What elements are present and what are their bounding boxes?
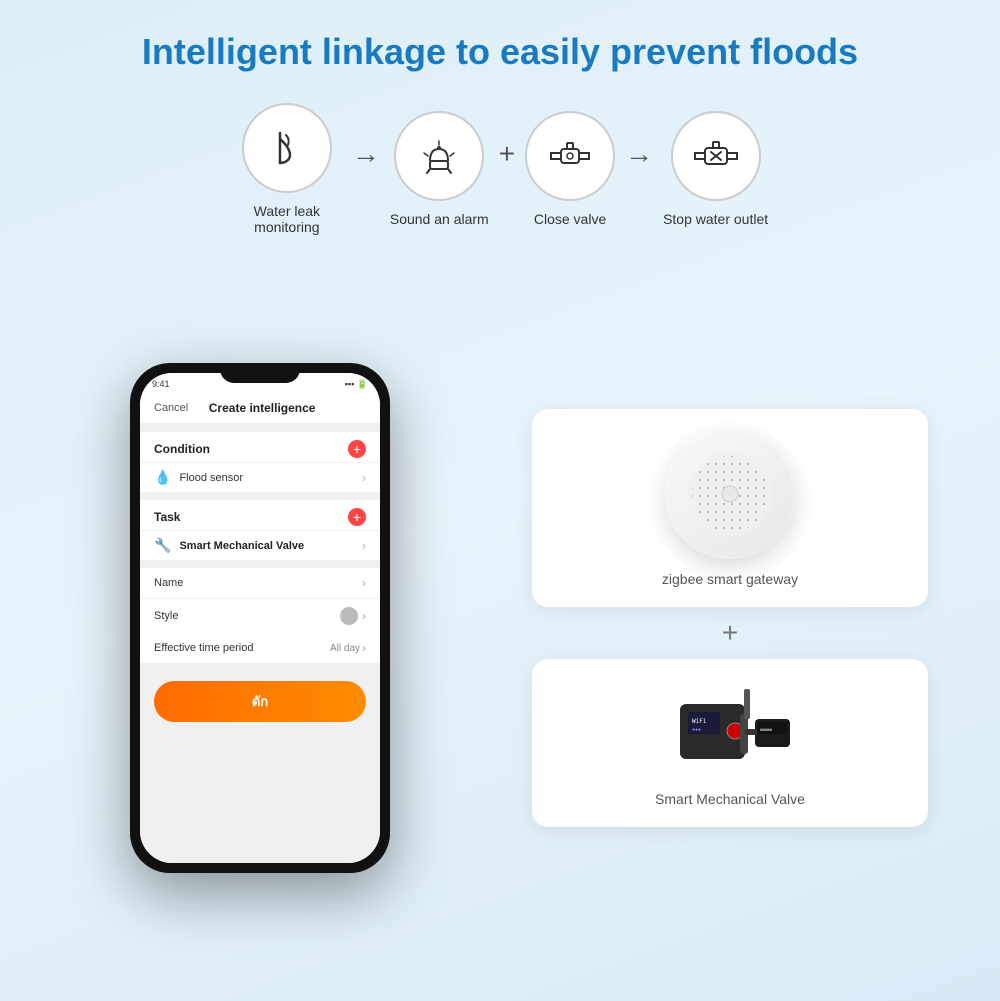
phone-body: Condition + 💧 Flood sensor › <box>140 424 380 863</box>
gateway-dots-svg <box>680 444 780 544</box>
water-leak-circle <box>242 103 332 193</box>
phone-mockup: 9:41 ▪▪▪ 🔋 Cancel Create intelligence <box>130 363 390 873</box>
task-add-button[interactable]: + <box>348 508 366 526</box>
valve-icon <box>545 131 595 181</box>
task-header: Task + <box>140 500 380 530</box>
phone-notch <box>220 363 300 383</box>
svg-text:●●●: ●●● <box>692 727 701 733</box>
task-section: Task + 🔧 Smart Mechanical Valve › <box>140 500 380 560</box>
bottom-section: 9:41 ▪▪▪ 🔋 Cancel Create intelligence <box>40 265 960 971</box>
condition-add-button[interactable]: + <box>348 440 366 458</box>
name-arrow: › <box>362 576 366 590</box>
arrow-1: → <box>352 138 380 170</box>
stop-circle <box>671 111 761 201</box>
alarm-label: Sound an alarm <box>390 211 489 227</box>
alarm-icon <box>414 131 464 181</box>
style-arrow: › <box>362 609 366 623</box>
page: Intelligent linkage to easily prevent fl… <box>0 0 1000 1001</box>
page-title: Intelligent linkage to easily prevent fl… <box>142 30 858 73</box>
condition-title: Condition <box>154 442 210 456</box>
save-button[interactable]: ดัก <box>154 681 366 722</box>
gateway-label: zigbee smart gateway <box>662 571 798 587</box>
status-icons: ▪▪▪ 🔋 <box>345 379 368 390</box>
status-time: 9:41 <box>152 379 170 389</box>
stop-label: Stop water outlet <box>663 211 768 227</box>
valve-label: Smart Mechanical Valve <box>655 791 805 807</box>
effective-label: Effective time period <box>154 642 253 654</box>
flow-item-valve: Close valve <box>525 111 615 227</box>
style-right: › <box>340 607 366 625</box>
alarm-circle <box>394 111 484 201</box>
flood-sensor-text: Flood sensor <box>179 472 243 484</box>
settings-section: Name › Style › Effect <box>140 568 380 663</box>
gateway-card: zigbee smart gateway <box>532 409 928 607</box>
smart-valve-row[interactable]: 🔧 Smart Mechanical Valve › <box>140 530 380 560</box>
flood-sensor-arrow: › <box>362 471 366 485</box>
valve-circle <box>525 111 615 201</box>
valve-device-svg: WiFi ●●● ■■■■■ <box>650 679 810 779</box>
arrow-2: → <box>625 138 653 170</box>
style-color-dot <box>340 607 358 625</box>
water-leak-label: Water leak monitoring <box>232 203 342 235</box>
flow-item-stop: Stop water outlet <box>663 111 768 227</box>
water-leak-icon <box>262 123 312 173</box>
effective-arrow: › <box>362 641 366 655</box>
right-panel: zigbee smart gateway + WiFi ●●● <box>500 265 960 971</box>
name-label: Name <box>154 577 183 589</box>
cancel-button[interactable]: Cancel <box>154 402 188 414</box>
flow-diagram: Water leak monitoring → <box>40 103 960 235</box>
phone-screen: 9:41 ▪▪▪ 🔋 Cancel Create intelligence <box>140 373 380 863</box>
flow-item-alarm: Sound an alarm <box>390 111 489 227</box>
plus-divider: + <box>722 617 738 649</box>
valve-device-image: WiFi ●●● ■■■■■ <box>650 679 810 779</box>
app-header-title: Create intelligence <box>209 401 316 415</box>
effective-value: All day <box>330 643 360 654</box>
style-label: Style <box>154 610 178 622</box>
phone-app-header: Cancel Create intelligence <box>140 395 380 424</box>
effective-right: All day › <box>330 641 366 655</box>
condition-header: Condition + <box>140 432 380 462</box>
condition-section: Condition + 💧 Flood sensor › <box>140 432 380 492</box>
effective-row[interactable]: Effective time period All day › <box>140 633 380 663</box>
gateway-body <box>665 429 795 559</box>
style-row[interactable]: Style › <box>140 598 380 633</box>
smart-valve-icon: 🔧 <box>154 537 171 554</box>
flow-item-water-leak: Water leak monitoring <box>232 103 342 235</box>
flood-sensor-row[interactable]: 💧 Flood sensor › <box>140 462 380 492</box>
plus-1: + <box>499 138 515 170</box>
phone-container: 9:41 ▪▪▪ 🔋 Cancel Create intelligence <box>40 265 480 971</box>
smart-valve-text: Smart Mechanical Valve <box>179 540 304 552</box>
task-title: Task <box>154 510 180 524</box>
valve-card: WiFi ●●● ■■■■■ Sma <box>532 659 928 827</box>
svg-text:■■■■■: ■■■■■ <box>760 727 773 732</box>
name-row[interactable]: Name › <box>140 568 380 598</box>
svg-text:WiFi: WiFi <box>692 718 707 725</box>
flood-sensor-icon: 💧 <box>154 469 171 486</box>
flood-sensor-left: 💧 Flood sensor <box>154 469 243 486</box>
gateway-image <box>665 429 795 559</box>
smart-valve-left: 🔧 Smart Mechanical Valve <box>154 537 304 554</box>
smart-valve-arrow: › <box>362 539 366 553</box>
valve-x-icon <box>691 131 741 181</box>
valve-label: Close valve <box>534 211 606 227</box>
